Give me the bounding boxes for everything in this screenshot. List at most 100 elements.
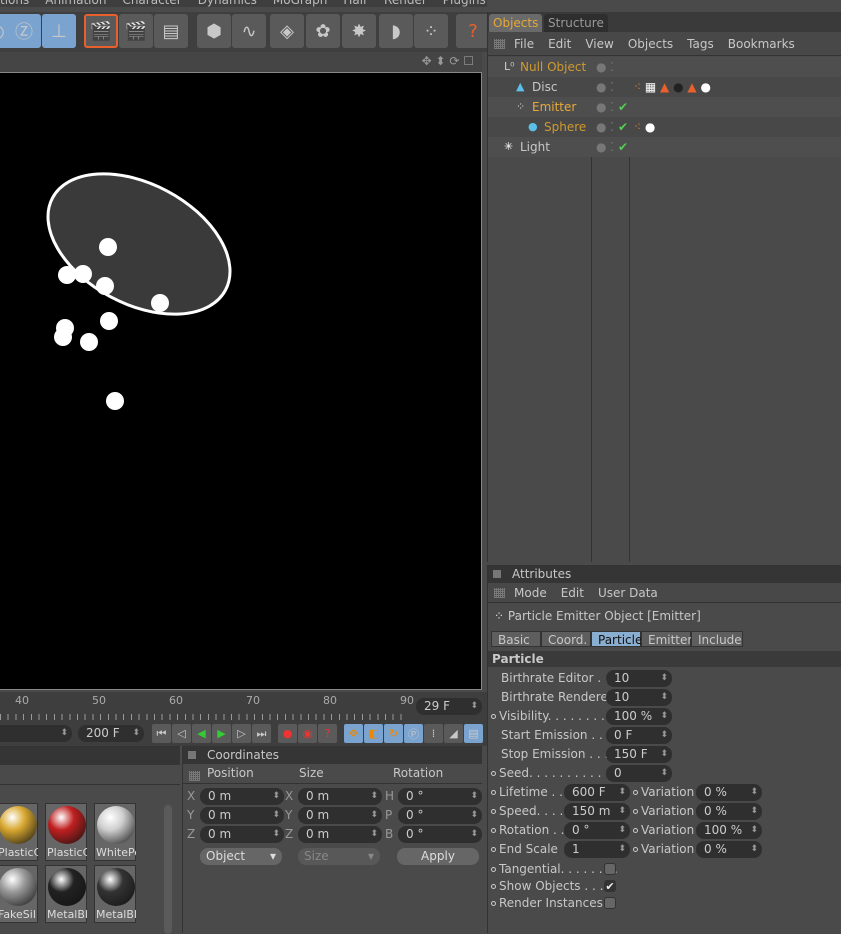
start-frame-field[interactable] (0, 725, 72, 742)
checkbox[interactable]: ✔ (604, 880, 616, 892)
coordinate-field[interactable]: 0 m (298, 788, 382, 805)
tab-objects[interactable]: Objects (489, 14, 543, 32)
object-row[interactable]: ⁘ Emitter ● ⁚ ✔ (488, 97, 841, 117)
visibility-dot-icon[interactable]: ● ⁚ (596, 117, 614, 137)
attr-tab-basic[interactable]: Basic (491, 631, 541, 647)
material-swatch[interactable]: MetalBl (94, 865, 136, 923)
current-frame-field[interactable]: 29 F (416, 698, 482, 715)
coordinate-mode-dropdown[interactable]: Object ▾ (200, 848, 282, 865)
object-row[interactable]: L⁰ Null Object ● ⁚ (488, 57, 841, 77)
key-rotation-icon[interactable]: ↻ (384, 724, 403, 743)
field-value[interactable]: 0 (606, 765, 672, 782)
field-value[interactable]: 600 F (564, 784, 630, 801)
enabled-check-icon[interactable]: ✔ (618, 137, 628, 157)
next-key-icon[interactable]: ▷ (232, 724, 251, 743)
material-swatch[interactable]: FakeSil (0, 865, 38, 923)
menu-mograph[interactable]: MoGraph (273, 0, 328, 7)
visibility-dot-icon[interactable]: ● ⁚ (596, 137, 614, 157)
field-value[interactable]: 150 m (564, 803, 630, 820)
nurbs-icon[interactable]: ◈ (270, 14, 304, 48)
field-value[interactable]: 0 F (606, 727, 672, 744)
attr-menu-item[interactable]: Edit (561, 586, 584, 600)
size-mode-dropdown[interactable]: Size ▾ (298, 848, 380, 865)
visibility-dot-icon[interactable]: ● ⁚ (596, 77, 614, 97)
field-value[interactable]: 1 (564, 841, 630, 858)
previous-key-icon[interactable]: ◁ (172, 724, 191, 743)
visibility-dot-icon[interactable]: ● ⁚ (596, 97, 614, 117)
object-menu-view[interactable]: View (585, 37, 613, 51)
object-tags[interactable]: ⁖ ● (634, 117, 655, 137)
record-icon[interactable]: ● (278, 724, 297, 743)
spline-icon[interactable]: ∿ (232, 14, 266, 48)
attr-tab-coord[interactable]: Coord. (541, 631, 591, 647)
attr-tab-particle[interactable]: Particle (591, 631, 642, 647)
play-backward-icon[interactable]: ◀ (192, 724, 211, 743)
menu-render[interactable]: Render (384, 0, 427, 7)
material-swatch[interactable]: WhitePe (94, 803, 136, 861)
field-value[interactable]: 100 % (606, 708, 672, 725)
play-forward-icon[interactable]: ▶ (212, 724, 231, 743)
go-to-end-icon[interactable]: ⏭ (252, 724, 271, 743)
autokey-icon[interactable]: ◉ (298, 724, 317, 743)
particle-icon[interactable]: ⁘ (414, 14, 448, 48)
variation-value[interactable]: 0 % (696, 841, 762, 858)
attr-tab-emitter[interactable]: Emitter (641, 631, 692, 647)
coordinate-field[interactable]: 0 m (298, 807, 382, 824)
menu-tions[interactable]: tions (0, 0, 29, 7)
coordinate-field[interactable]: 0 m (200, 788, 284, 805)
render-view-icon[interactable]: 🎬 (84, 14, 118, 48)
coordinate-field[interactable]: 0 m (200, 807, 284, 824)
checkbox[interactable] (604, 863, 616, 875)
menu-hair[interactable]: Hair (343, 0, 368, 7)
menu-plugins[interactable]: Plugins (443, 0, 486, 7)
key-position-icon[interactable]: ✥ (344, 724, 363, 743)
field-value[interactable]: 10 (606, 689, 672, 706)
key-pla-icon[interactable]: ⁞ (424, 724, 443, 743)
render-settings-icon[interactable]: ▤ (154, 14, 188, 48)
coordinate-field[interactable]: 0 ° (398, 788, 482, 805)
material-swatch[interactable]: MetalBl (45, 865, 87, 923)
object-menu-objects[interactable]: Objects (628, 37, 673, 51)
object-name[interactable]: Null Object (520, 57, 586, 77)
coordinate-field[interactable]: 0 m (200, 826, 284, 843)
tab-structure[interactable]: Structure (544, 14, 608, 32)
checkbox[interactable] (604, 897, 616, 909)
coordinate-field[interactable]: 0 ° (398, 807, 482, 824)
apply-button[interactable]: Apply (397, 848, 479, 865)
attr-tab-include[interactable]: Include (691, 631, 743, 647)
material-swatch[interactable]: PlasticC (0, 803, 38, 861)
viewport-nav-icons[interactable]: ✥ ⬍ ⟳ ☐ (422, 54, 474, 68)
help-icon[interactable]: ? (456, 14, 490, 48)
end-frame-field[interactable]: 200 F (78, 725, 144, 742)
timeline-ruler[interactable]: 40 50 60 70 80 90 29 F (0, 692, 487, 722)
object-name[interactable]: Sphere (544, 117, 586, 137)
menu-character[interactable]: Character (122, 0, 181, 7)
material-swatch[interactable]: PlasticC (45, 803, 87, 861)
object-name[interactable]: Emitter (532, 97, 576, 117)
key-scale-icon[interactable]: ◧ (364, 724, 383, 743)
enabled-check-icon[interactable]: ✔ (618, 117, 628, 137)
field-value[interactable]: 10 (606, 670, 672, 687)
cube-icon[interactable]: ⬢ (197, 14, 231, 48)
object-menu-tags[interactable]: Tags (687, 37, 714, 51)
object-menu-file[interactable]: File (514, 37, 534, 51)
object-name[interactable]: Disc (532, 77, 557, 97)
world-axis-icon[interactable]: ⊥ (42, 14, 76, 48)
go-to-start-icon[interactable]: ⏮ (152, 724, 171, 743)
viewport[interactable] (0, 72, 482, 690)
object-row[interactable]: ▲ Disc ● ⁚ ⁖ ▦ ▲ ● ▲ ● (488, 77, 841, 97)
object-menu-bookmarks[interactable]: Bookmarks (728, 37, 795, 51)
menu-animation[interactable]: Animation (45, 0, 106, 7)
object-name[interactable]: Light (520, 137, 550, 157)
coordinate-field[interactable]: 0 ° (398, 826, 482, 843)
key-parameter-icon[interactable]: Ⓟ (404, 724, 423, 743)
environment-icon[interactable]: ◗ (379, 14, 413, 48)
material-scrollbar[interactable] (164, 805, 172, 934)
attr-menu-item[interactable]: Mode (514, 586, 547, 600)
coordinate-field[interactable]: 0 m (298, 826, 382, 843)
field-value[interactable]: 0 ° (564, 822, 630, 839)
sound-icon[interactable]: ◢ (444, 724, 463, 743)
object-row[interactable]: ✳ Light ● ⁚ ✔ (488, 137, 841, 157)
object-row[interactable]: ● Sphere ● ⁚ ✔ ⁖ ● (488, 117, 841, 137)
scale-z-icon[interactable]: Ⓩ (7, 14, 41, 48)
